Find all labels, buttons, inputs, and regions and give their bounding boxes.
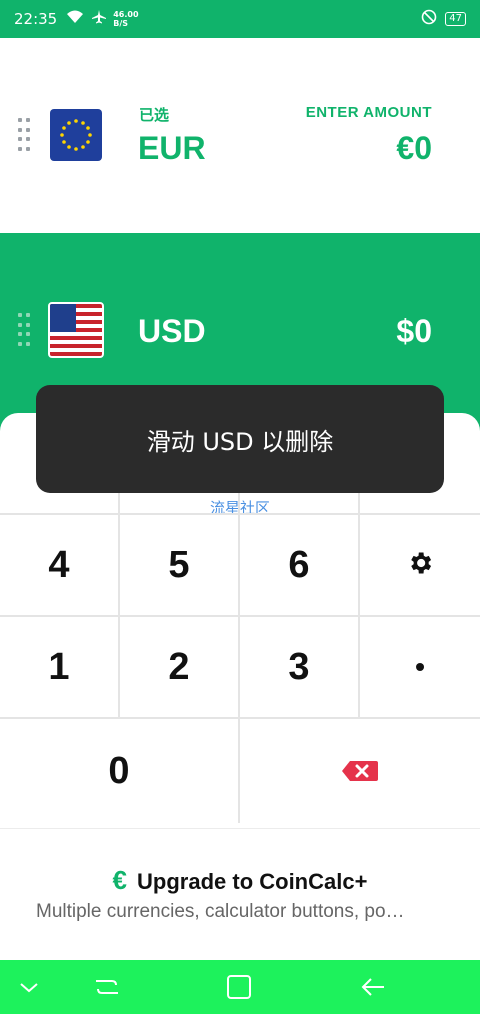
network-rate: 46.00 B/S (113, 10, 138, 28)
drag-handle-icon[interactable] (18, 118, 30, 152)
chevron-down-icon[interactable] (14, 972, 44, 1002)
upgrade-banner[interactable]: € Upgrade to CoinCalc+ Multiple currencie… (0, 828, 480, 961)
enter-amount-label: ENTER AMOUNT (305, 104, 432, 121)
key-6[interactable]: 6 (240, 515, 358, 615)
settings-button[interactable] (360, 515, 480, 615)
recent-apps-icon[interactable] (92, 972, 122, 1002)
drag-handle-icon[interactable] (18, 313, 30, 347)
wifi-icon (65, 9, 85, 29)
back-icon[interactable] (358, 972, 388, 1002)
to-amount[interactable]: $0 (396, 313, 432, 350)
gear-icon (406, 544, 434, 587)
upgrade-title-text: Upgrade to CoinCalc+ (137, 869, 368, 894)
from-currency-row[interactable]: 已选 EUR ENTER AMOUNT €0 (0, 38, 480, 233)
key-3[interactable]: 3 (240, 617, 358, 717)
from-amount[interactable]: €0 (396, 130, 432, 167)
key-2[interactable]: 2 (120, 617, 238, 717)
key-0[interactable]: 0 (0, 719, 238, 823)
swipe-to-remove-toast: 滑动 USD 以删除 (36, 385, 444, 493)
key-1[interactable]: 1 (0, 617, 118, 717)
dnd-icon (421, 9, 437, 29)
backspace-icon (340, 750, 380, 793)
us-flag-icon (48, 302, 104, 358)
key-decimal[interactable]: • (360, 617, 480, 717)
upgrade-title: € Upgrade to CoinCalc+ (0, 865, 480, 896)
selected-label: 已选 (139, 107, 170, 124)
airplane-icon (91, 9, 107, 29)
eu-flag-icon (50, 109, 102, 161)
status-time: 22:35 (14, 10, 58, 28)
battery-indicator: 47 (445, 12, 466, 26)
key-5[interactable]: 5 (120, 515, 238, 615)
to-currency-code: USD (138, 313, 206, 349)
rate-value: 46.00 (113, 10, 139, 19)
key-4[interactable]: 4 (0, 515, 118, 615)
home-icon[interactable] (224, 972, 254, 1002)
upgrade-subtitle: Multiple currencies, calculator buttons,… (36, 901, 405, 922)
backspace-button[interactable] (240, 719, 480, 823)
rate-unit: B/S (113, 19, 129, 28)
navigation-bar (0, 960, 480, 1014)
euro-icon: € (112, 865, 128, 895)
status-bar: 22:35 46.00 B/S 47 (0, 0, 480, 38)
status-right: 47 (421, 9, 466, 29)
from-currency-code: EUR (138, 130, 206, 166)
